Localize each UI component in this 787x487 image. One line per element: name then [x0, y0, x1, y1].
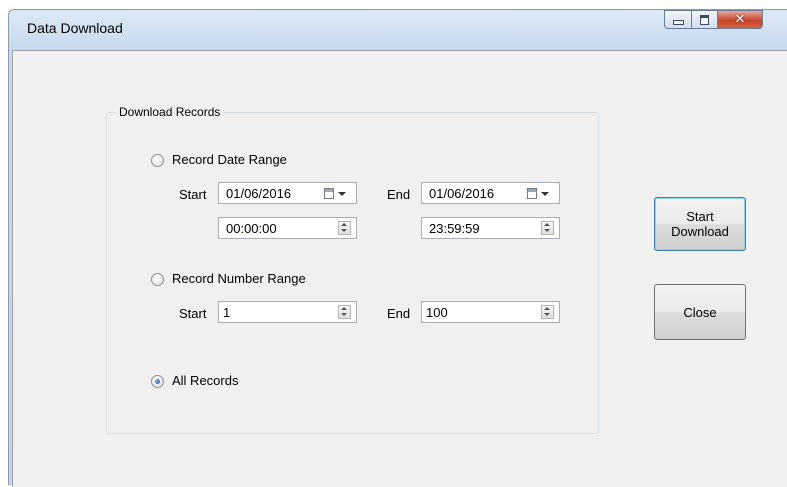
start-number-spinner[interactable] — [338, 305, 351, 319]
start-date-value: 01/06/2016 — [226, 186, 292, 201]
record-number-range-label[interactable]: Record Number Range — [172, 271, 306, 286]
minimize-button[interactable] — [664, 10, 691, 29]
calendar-icon — [324, 188, 334, 199]
chevron-down-icon — [541, 191, 549, 196]
maximize-icon — [700, 14, 709, 25]
spin-down-icon — [544, 313, 550, 316]
number-start-label: Start — [179, 306, 207, 321]
date-start-label: Start — [179, 187, 207, 202]
end-date-picker[interactable]: 01/06/2016 — [421, 182, 560, 204]
start-time-value: 00:00:00 — [226, 221, 277, 236]
start-download-button[interactable]: Start Download — [654, 197, 746, 251]
record-number-range-radio[interactable] — [151, 273, 164, 286]
number-end-label: End — [387, 306, 411, 321]
all-records-label[interactable]: All Records — [172, 373, 238, 388]
end-number-value: 100 — [426, 305, 448, 320]
start-number-value: 1 — [223, 305, 231, 320]
record-date-range-label[interactable]: Record Date Range — [172, 152, 287, 167]
end-number-spinner[interactable] — [541, 305, 554, 319]
start-download-label-line2: Download — [671, 224, 729, 239]
client-area: Download Records Record Date Range Start… — [12, 50, 787, 487]
end-date-dropdown[interactable] — [527, 186, 554, 201]
end-time-picker[interactable]: 23:59:59 — [421, 217, 560, 239]
end-number-input[interactable]: 100 — [421, 301, 560, 323]
close-window-button[interactable]: ✕ — [717, 10, 763, 29]
spin-up-icon — [341, 307, 347, 310]
spin-up-icon — [544, 307, 550, 310]
calendar-icon — [527, 188, 537, 199]
spin-up-icon — [341, 223, 347, 226]
group-title: Download Records — [116, 105, 224, 119]
maximize-button[interactable] — [691, 10, 717, 29]
end-time-value: 23:59:59 — [429, 221, 480, 236]
start-number-input[interactable]: 1 — [218, 301, 357, 323]
start-time-picker[interactable]: 00:00:00 — [218, 217, 357, 239]
title-bar[interactable]: Data Download ✕ — [9, 10, 787, 50]
spin-down-icon — [544, 229, 550, 232]
end-time-spinner[interactable] — [541, 221, 554, 235]
record-date-range-radio[interactable] — [151, 154, 164, 167]
window-title: Data Download — [27, 20, 123, 36]
close-button-label: Close — [683, 304, 717, 320]
radio-selected-dot — [155, 379, 160, 384]
spin-down-icon — [341, 313, 347, 316]
close-button[interactable]: Close — [654, 284, 746, 340]
start-download-label-line1: Start — [686, 209, 714, 224]
spin-down-icon — [341, 229, 347, 232]
end-date-value: 01/06/2016 — [429, 186, 495, 201]
close-icon: ✕ — [734, 12, 746, 27]
start-date-dropdown[interactable] — [324, 186, 351, 201]
all-records-radio[interactable] — [151, 375, 164, 388]
start-date-picker[interactable]: 01/06/2016 — [218, 182, 357, 204]
data-download-window: Data Download ✕ Download Records Record … — [8, 9, 787, 487]
chevron-down-icon — [338, 191, 346, 196]
date-end-label: End — [387, 187, 411, 202]
minimize-icon — [672, 20, 684, 25]
start-time-spinner[interactable] — [338, 221, 351, 235]
spin-up-icon — [544, 223, 550, 226]
